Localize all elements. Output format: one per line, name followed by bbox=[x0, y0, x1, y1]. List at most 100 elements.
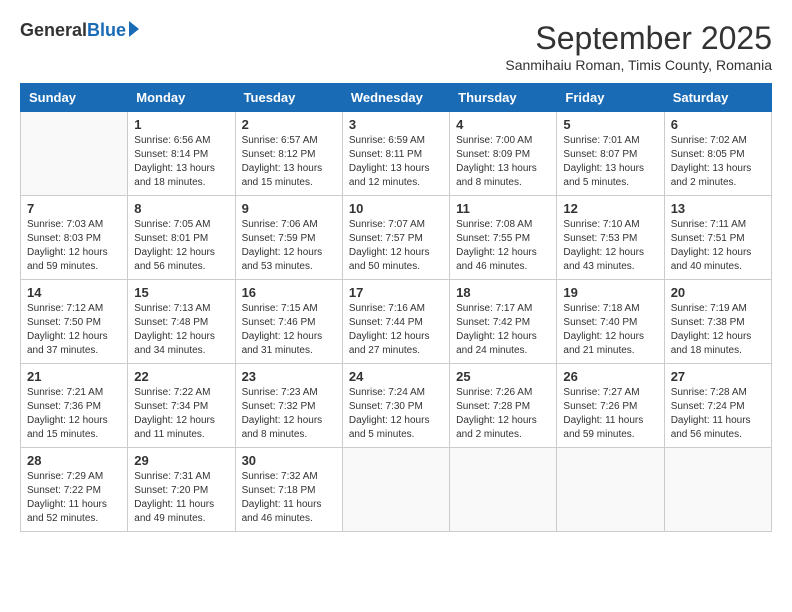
day-number: 28 bbox=[27, 453, 121, 468]
calendar-cell: 28 Sunrise: 7:29 AMSunset: 7:22 PMDayligh… bbox=[21, 448, 128, 532]
day-info: Sunrise: 7:32 AMSunset: 7:18 PMDaylight:… bbox=[242, 470, 336, 526]
day-info: Sunrise: 7:01 AMSunset: 8:07 PMDaylight:… bbox=[563, 134, 657, 190]
day-info: Sunrise: 7:18 AMSunset: 7:40 PMDaylight:… bbox=[563, 302, 657, 358]
day-number: 24 bbox=[349, 369, 443, 384]
day-info: Sunrise: 7:23 AMSunset: 7:32 PMDaylight:… bbox=[242, 386, 336, 442]
day-info: Sunrise: 7:28 AMSunset: 7:24 PMDaylight:… bbox=[671, 386, 765, 442]
calendar-header-sunday: Sunday bbox=[21, 84, 128, 112]
calendar-cell: 21Sunrise: 7:21 AMSunset: 7:36 PMDayligh… bbox=[21, 364, 128, 448]
calendar-cell: 9 Sunrise: 7:06 AMSunset: 7:59 PMDaylight… bbox=[235, 196, 342, 280]
day-info: Sunrise: 7:22 AMSunset: 7:34 PMDaylight:… bbox=[134, 386, 228, 442]
calendar-cell: 14 Sunrise: 7:12 AMSunset: 7:50 PMDayligh… bbox=[21, 280, 128, 364]
page-header: General Blue September 2025 Sanmihaiu Ro… bbox=[20, 20, 772, 73]
day-number: 3 bbox=[349, 117, 443, 132]
day-number: 9 bbox=[242, 201, 336, 216]
day-number: 4 bbox=[456, 117, 550, 132]
day-info: Sunrise: 6:59 AMSunset: 8:11 PMDaylight:… bbox=[349, 134, 443, 190]
day-info: Sunrise: 7:00 AMSunset: 8:09 PMDaylight:… bbox=[456, 134, 550, 190]
calendar-header-monday: Monday bbox=[128, 84, 235, 112]
calendar-cell bbox=[342, 448, 449, 532]
location-subtitle: Sanmihaiu Roman, Timis County, Romania bbox=[505, 57, 772, 73]
calendar-cell: 24 Sunrise: 7:24 AMSunset: 7:30 PMDayligh… bbox=[342, 364, 449, 448]
day-info: Sunrise: 7:07 AMSunset: 7:57 PMDaylight:… bbox=[349, 218, 443, 274]
calendar-week-row: 14 Sunrise: 7:12 AMSunset: 7:50 PMDayligh… bbox=[21, 280, 772, 364]
day-number: 5 bbox=[563, 117, 657, 132]
day-number: 23 bbox=[242, 369, 336, 384]
calendar-cell: 20Sunrise: 7:19 AMSunset: 7:38 PMDayligh… bbox=[664, 280, 771, 364]
day-number: 17 bbox=[349, 285, 443, 300]
logo-blue-text: Blue bbox=[87, 20, 126, 41]
day-info: Sunrise: 7:16 AMSunset: 7:44 PMDaylight:… bbox=[349, 302, 443, 358]
day-info: Sunrise: 7:03 AMSunset: 8:03 PMDaylight:… bbox=[27, 218, 121, 274]
day-info: Sunrise: 7:31 AMSunset: 7:20 PMDaylight:… bbox=[134, 470, 228, 526]
calendar-cell bbox=[21, 112, 128, 196]
logo-general-text: General bbox=[20, 20, 87, 41]
day-number: 8 bbox=[134, 201, 228, 216]
day-number: 11 bbox=[456, 201, 550, 216]
month-title: September 2025 bbox=[505, 20, 772, 57]
day-number: 18 bbox=[456, 285, 550, 300]
calendar-header-tuesday: Tuesday bbox=[235, 84, 342, 112]
calendar-cell: 5 Sunrise: 7:01 AMSunset: 8:07 PMDaylight… bbox=[557, 112, 664, 196]
calendar-cell: 17 Sunrise: 7:16 AMSunset: 7:44 PMDayligh… bbox=[342, 280, 449, 364]
day-info: Sunrise: 6:56 AMSunset: 8:14 PMDaylight:… bbox=[134, 134, 228, 190]
calendar-cell: 8Sunrise: 7:05 AMSunset: 8:01 PMDaylight… bbox=[128, 196, 235, 280]
day-number: 10 bbox=[349, 201, 443, 216]
calendar-cell: 13Sunrise: 7:11 AMSunset: 7:51 PMDayligh… bbox=[664, 196, 771, 280]
calendar-cell: 6Sunrise: 7:02 AMSunset: 8:05 PMDaylight… bbox=[664, 112, 771, 196]
day-number: 29 bbox=[134, 453, 228, 468]
calendar-cell: 23 Sunrise: 7:23 AMSunset: 7:32 PMDayligh… bbox=[235, 364, 342, 448]
calendar-cell: 26 Sunrise: 7:27 AMSunset: 7:26 PMDayligh… bbox=[557, 364, 664, 448]
day-info: Sunrise: 6:57 AMSunset: 8:12 PMDaylight:… bbox=[242, 134, 336, 190]
calendar-header-thursday: Thursday bbox=[450, 84, 557, 112]
calendar-cell: 27 Sunrise: 7:28 AMSunset: 7:24 PMDayligh… bbox=[664, 364, 771, 448]
calendar-cell: 11 Sunrise: 7:08 AMSunset: 7:55 PMDayligh… bbox=[450, 196, 557, 280]
calendar-cell: 16Sunrise: 7:15 AMSunset: 7:46 PMDayligh… bbox=[235, 280, 342, 364]
calendar-week-row: 7 Sunrise: 7:03 AMSunset: 8:03 PMDaylight… bbox=[21, 196, 772, 280]
day-info: Sunrise: 7:10 AMSunset: 7:53 PMDaylight:… bbox=[563, 218, 657, 274]
calendar-week-row: 28 Sunrise: 7:29 AMSunset: 7:22 PMDayligh… bbox=[21, 448, 772, 532]
day-info: Sunrise: 7:15 AMSunset: 7:46 PMDaylight:… bbox=[242, 302, 336, 358]
day-info: Sunrise: 7:27 AMSunset: 7:26 PMDaylight:… bbox=[563, 386, 657, 442]
day-info: Sunrise: 7:26 AMSunset: 7:28 PMDaylight:… bbox=[456, 386, 550, 442]
day-number: 15 bbox=[134, 285, 228, 300]
day-number: 20 bbox=[671, 285, 765, 300]
calendar-cell: 19 Sunrise: 7:18 AMSunset: 7:40 PMDayligh… bbox=[557, 280, 664, 364]
calendar-cell: 15Sunrise: 7:13 AMSunset: 7:48 PMDayligh… bbox=[128, 280, 235, 364]
day-number: 7 bbox=[27, 201, 121, 216]
day-number: 25 bbox=[456, 369, 550, 384]
day-number: 22 bbox=[134, 369, 228, 384]
day-info: Sunrise: 7:24 AMSunset: 7:30 PMDaylight:… bbox=[349, 386, 443, 442]
calendar-header-saturday: Saturday bbox=[664, 84, 771, 112]
day-info: Sunrise: 7:17 AMSunset: 7:42 PMDaylight:… bbox=[456, 302, 550, 358]
calendar-table: SundayMondayTuesdayWednesdayThursdayFrid… bbox=[20, 83, 772, 532]
day-info: Sunrise: 7:12 AMSunset: 7:50 PMDaylight:… bbox=[27, 302, 121, 358]
logo-arrow-icon bbox=[129, 21, 139, 37]
day-info: Sunrise: 7:21 AMSunset: 7:36 PMDaylight:… bbox=[27, 386, 121, 442]
calendar-cell: 29 Sunrise: 7:31 AMSunset: 7:20 PMDayligh… bbox=[128, 448, 235, 532]
title-section: September 2025 Sanmihaiu Roman, Timis Co… bbox=[505, 20, 772, 73]
day-info: Sunrise: 7:08 AMSunset: 7:55 PMDaylight:… bbox=[456, 218, 550, 274]
calendar-cell: 3 Sunrise: 6:59 AMSunset: 8:11 PMDaylight… bbox=[342, 112, 449, 196]
calendar-cell bbox=[557, 448, 664, 532]
day-number: 12 bbox=[563, 201, 657, 216]
calendar-cell: 10 Sunrise: 7:07 AMSunset: 7:57 PMDayligh… bbox=[342, 196, 449, 280]
day-number: 19 bbox=[563, 285, 657, 300]
calendar-header-friday: Friday bbox=[557, 84, 664, 112]
day-number: 2 bbox=[242, 117, 336, 132]
calendar-week-row: 1 Sunrise: 6:56 AMSunset: 8:14 PMDaylight… bbox=[21, 112, 772, 196]
day-number: 26 bbox=[563, 369, 657, 384]
day-number: 1 bbox=[134, 117, 228, 132]
calendar-cell: 22 Sunrise: 7:22 AMSunset: 7:34 PMDayligh… bbox=[128, 364, 235, 448]
day-info: Sunrise: 7:29 AMSunset: 7:22 PMDaylight:… bbox=[27, 470, 121, 526]
day-number: 30 bbox=[242, 453, 336, 468]
calendar-cell bbox=[450, 448, 557, 532]
calendar-cell: 1 Sunrise: 6:56 AMSunset: 8:14 PMDaylight… bbox=[128, 112, 235, 196]
day-number: 27 bbox=[671, 369, 765, 384]
calendar-cell: 2 Sunrise: 6:57 AMSunset: 8:12 PMDaylight… bbox=[235, 112, 342, 196]
day-info: Sunrise: 7:02 AMSunset: 8:05 PMDaylight:… bbox=[671, 134, 765, 190]
day-number: 14 bbox=[27, 285, 121, 300]
calendar-week-row: 21Sunrise: 7:21 AMSunset: 7:36 PMDayligh… bbox=[21, 364, 772, 448]
calendar-header-row: SundayMondayTuesdayWednesdayThursdayFrid… bbox=[21, 84, 772, 112]
day-info: Sunrise: 7:06 AMSunset: 7:59 PMDaylight:… bbox=[242, 218, 336, 274]
